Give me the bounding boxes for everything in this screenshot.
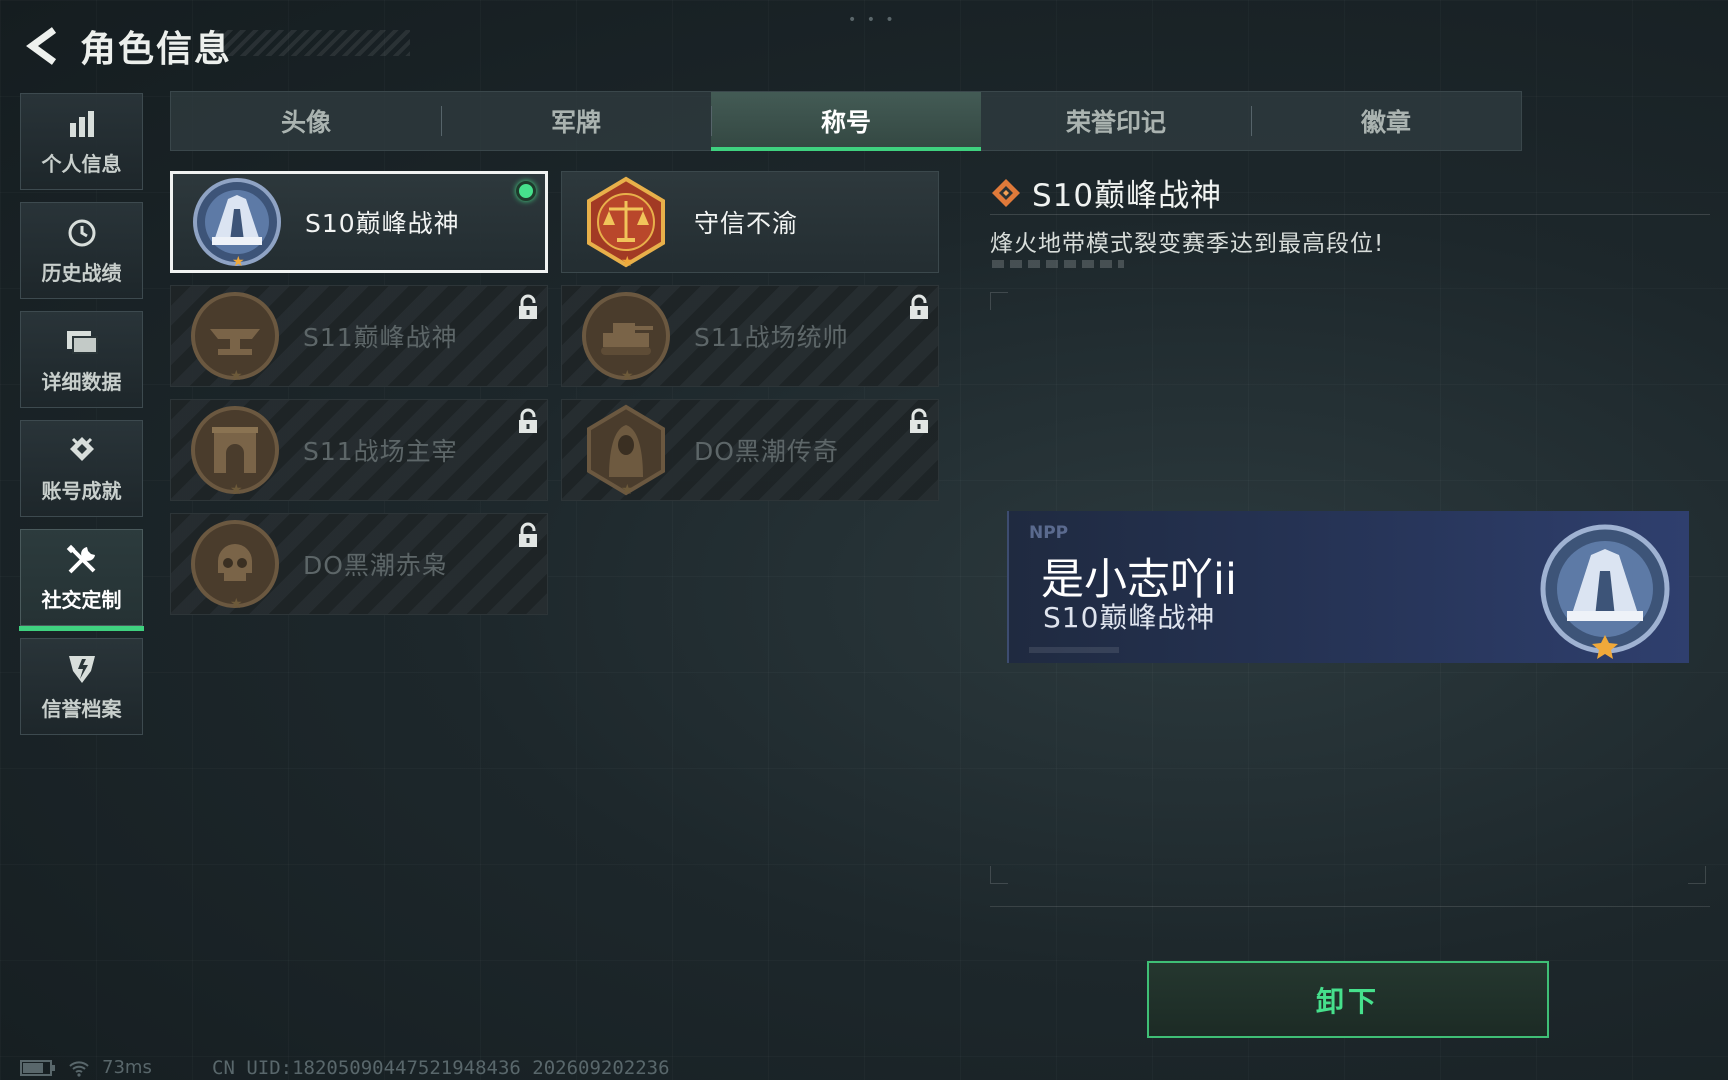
back-arrow-icon (26, 27, 57, 65)
tab-badge[interactable]: 徽章 (1251, 92, 1521, 150)
achievement-icon (64, 433, 100, 469)
divider (990, 214, 1710, 215)
shield-icon (64, 651, 100, 687)
peak-warrior-emblem-icon (1540, 524, 1670, 659)
nameplate-tag: NPP (1029, 523, 1069, 543)
lock-icon (519, 408, 537, 433)
title-card[interactable]: ★ S11战场统帅 (561, 285, 939, 387)
detail-title: S10巅峰战神 (1032, 178, 1223, 214)
decoration-bar (1029, 647, 1119, 653)
star-icon: ★ (621, 482, 634, 498)
title-card[interactable]: ★ S10巅峰战神 (170, 171, 548, 273)
lock-icon (910, 408, 928, 433)
detail-description: 烽火地带模式裂变赛季达到最高段位! (990, 231, 1385, 257)
lock-icon (519, 522, 537, 547)
scales-emblem-icon: ★ (576, 172, 676, 272)
sidebar-item-label: 历史战绩 (41, 261, 122, 285)
lock-icon (910, 294, 928, 319)
title-decoration (215, 30, 410, 56)
anvil-emblem-icon: ★ (185, 286, 285, 386)
star-icon: ★ (232, 254, 245, 270)
frame-corner (1688, 866, 1706, 884)
sidebar-item-label: 账号成就 (41, 479, 122, 503)
title-name: DO黑潮赤枭 (303, 551, 448, 580)
folder-icon (64, 324, 100, 360)
sidebar-item-social-custom[interactable]: 社交定制 (19, 529, 144, 631)
title-card[interactable]: ★ DO黑潮传奇 (561, 399, 939, 501)
nameplate-title: S10巅峰战神 (1043, 601, 1216, 634)
hooded-figure-emblem-icon: ★ (576, 400, 676, 500)
title-name: S11战场主宰 (303, 437, 458, 466)
arch-emblem-icon: ★ (185, 400, 285, 500)
equipped-indicator (516, 181, 536, 201)
back-button[interactable] (18, 20, 70, 72)
title-name: S10巅峰战神 (305, 209, 460, 238)
detail-header: S10巅峰战神 (990, 170, 1222, 215)
wifi-icon (69, 1060, 89, 1077)
tab-title[interactable]: 称号 (711, 92, 981, 151)
star-icon: ★ (230, 596, 243, 612)
tab-bar: 头像 军牌 称号 荣誉印记 徽章 (170, 91, 1522, 151)
title-name: S11战场统帅 (694, 323, 849, 352)
title-name: 守信不渝 (694, 209, 799, 238)
star-icon: ★ (230, 482, 243, 498)
battery-icon (20, 1059, 55, 1076)
lock-icon (519, 294, 537, 319)
tab-honor-mark[interactable]: 荣誉印记 (981, 92, 1251, 150)
decoration-dots (992, 260, 1124, 268)
tools-icon (64, 542, 100, 578)
sidebar-item-history[interactable]: 历史战绩 (20, 202, 143, 299)
divider (990, 906, 1710, 907)
diamond-icon (992, 178, 1020, 207)
title-card[interactable]: ★ 守信不渝 (561, 171, 939, 273)
title-card[interactable]: ★ DO黑潮赤枭 (170, 513, 548, 615)
title-name: DO黑潮传奇 (694, 437, 839, 466)
tab-avatar[interactable]: 头像 (171, 92, 441, 150)
title-card[interactable]: ★ S11巅峰战神 (170, 285, 548, 387)
star-icon: ★ (621, 254, 634, 270)
top-decoration: • • • (848, 12, 897, 28)
unequip-button[interactable]: 卸下 (1147, 961, 1549, 1038)
clock-icon (64, 215, 100, 251)
sidebar-item-details[interactable]: 详细数据 (20, 311, 143, 408)
title-card[interactable]: ★ S11战场主宰 (170, 399, 548, 501)
title-name: S11巅峰战神 (303, 323, 458, 352)
star-icon: ★ (621, 368, 634, 384)
header: 角色信息 (18, 18, 232, 74)
ping-value: 73ms (102, 1057, 152, 1078)
frame-corner (990, 866, 1008, 884)
sidebar-item-achievements[interactable]: 账号成就 (20, 420, 143, 517)
frame-corner (990, 292, 1008, 310)
peak-warrior-emblem-icon: ★ (187, 172, 287, 272)
sidebar-item-label: 社交定制 (41, 588, 122, 612)
sidebar: 个人信息 历史战绩 详细数据 账号成就 社交定制 信誉档案 (19, 93, 144, 747)
user-id: CN UID:18205090447521948436 202609202236 (212, 1057, 670, 1079)
bar-chart-icon (64, 106, 100, 142)
page-title: 角色信息 (80, 29, 233, 70)
status-bar: 73ms (20, 1057, 152, 1078)
sidebar-item-label: 个人信息 (41, 152, 122, 176)
sidebar-item-credit[interactable]: 信誉档案 (20, 638, 143, 735)
sidebar-item-label: 详细数据 (41, 370, 122, 394)
skull-emblem-icon: ★ (185, 514, 285, 614)
nameplate-preview: NPP 是小志吖ii S10巅峰战神 (1007, 511, 1689, 663)
star-icon: ★ (230, 368, 243, 384)
tab-dogtag[interactable]: 军牌 (441, 92, 711, 150)
sidebar-item-personal-info[interactable]: 个人信息 (20, 93, 143, 190)
tank-emblem-icon: ★ (576, 286, 676, 386)
sidebar-item-label: 信誉档案 (41, 697, 122, 721)
